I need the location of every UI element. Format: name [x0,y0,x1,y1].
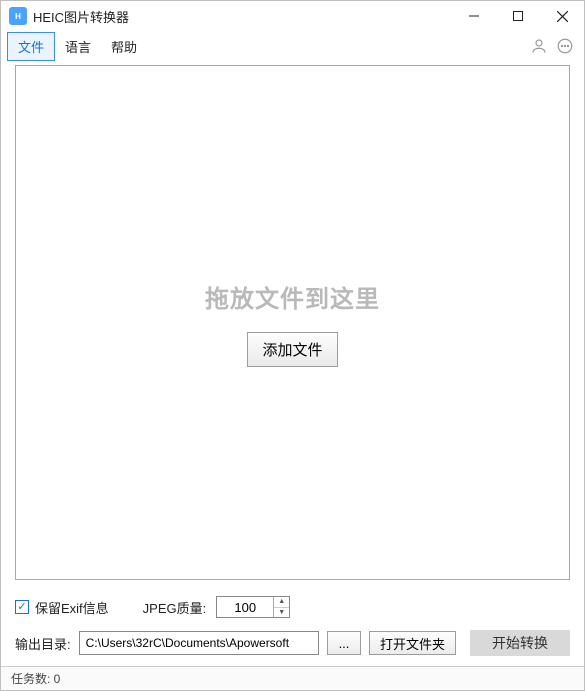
app-icon: H [9,7,27,25]
quality-down-button[interactable]: ▼ [274,608,289,618]
menu-language[interactable]: 语言 [55,33,101,60]
drop-hint: 拖放文件到这里 [205,279,380,314]
drop-container: 拖放文件到这里 添加文件 [1,61,584,588]
account-icon[interactable] [526,33,552,59]
drop-area[interactable]: 拖放文件到这里 添加文件 [15,65,570,580]
quality-up-button[interactable]: ▲ [274,597,289,608]
tasks-count: 任务数: 0 [11,670,60,687]
feedback-icon[interactable] [552,33,578,59]
browse-button[interactable]: ... [327,631,361,655]
output-dir-label: 输出目录: [15,634,71,653]
status-bar: 任务数: 0 [1,666,584,690]
menu-file[interactable]: 文件 [7,32,55,61]
close-button[interactable] [540,1,584,31]
exif-label: 保留Exif信息 [35,598,109,617]
menu-help[interactable]: 帮助 [101,33,147,60]
menu-bar: 文件 语言 帮助 [1,31,584,61]
options-panel: ✓ 保留Exif信息 JPEG质量: ▲ ▼ 输出目录: ... 打开文件夹 开… [1,588,584,666]
maximize-button[interactable] [496,1,540,31]
start-convert-button[interactable]: 开始转换 [470,630,570,656]
quality-spinner: ▲ ▼ [216,596,290,618]
window-title: HEIC图片转换器 [33,7,129,26]
exif-checkbox[interactable]: ✓ [15,600,29,614]
quality-label: JPEG质量: [143,598,207,617]
minimize-button[interactable] [452,1,496,31]
quality-input[interactable] [217,597,273,617]
output-dir-input[interactable] [79,631,319,655]
title-bar: H HEIC图片转换器 [1,1,584,31]
open-folder-button[interactable]: 打开文件夹 [369,631,456,655]
add-files-button[interactable]: 添加文件 [247,332,337,367]
window-controls [452,1,584,31]
